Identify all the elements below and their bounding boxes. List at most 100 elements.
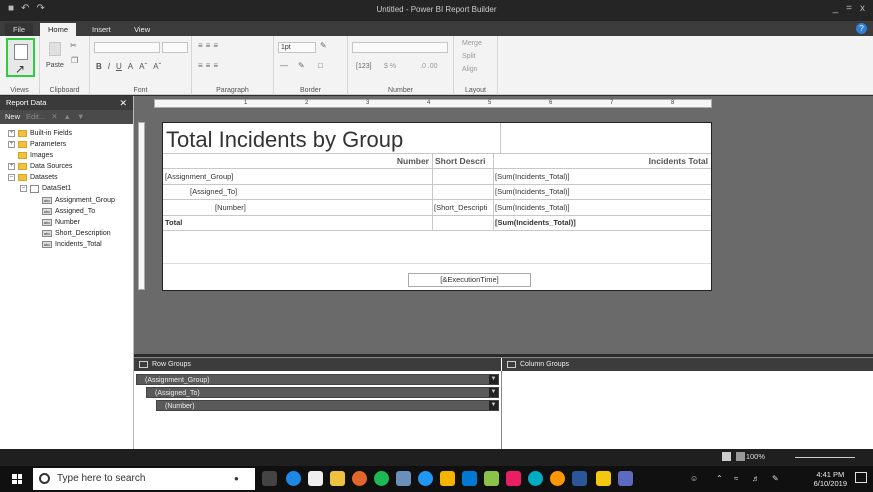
font-family-select[interactable] (94, 42, 160, 53)
minimize-button[interactable]: _ (833, 3, 839, 14)
tree-item-field[interactable]: abc Number (42, 217, 80, 228)
app-icon[interactable] (462, 471, 477, 486)
app-icon[interactable] (506, 471, 521, 486)
windows-start-icon[interactable] (12, 474, 22, 484)
borders-icon[interactable]: □ (318, 61, 323, 70)
app-icon[interactable] (352, 471, 367, 486)
tab-file[interactable]: File (5, 23, 34, 36)
align-buttons-icon[interactable]: ≡≡≡ (198, 41, 221, 50)
tree-item-parameters[interactable]: + Parameters (8, 139, 66, 150)
underline-button[interactable]: U (116, 62, 122, 71)
cell-number[interactable]: [Number] (215, 203, 246, 212)
maximize-button[interactable]: = (846, 3, 852, 14)
file-explorer-icon[interactable] (330, 471, 345, 486)
cell-incidents-total[interactable]: [Sum(Incidents_Total)] (495, 187, 570, 196)
page-view-icon[interactable] (722, 452, 731, 461)
move-up-icon[interactable]: ▲ (64, 110, 71, 124)
expand-icon[interactable]: + (8, 130, 15, 137)
cut-icon[interactable]: ✂ (70, 41, 77, 50)
app-icon[interactable] (484, 471, 499, 486)
help-icon[interactable]: ? (856, 23, 867, 34)
tab-insert[interactable]: Insert (84, 23, 119, 36)
spotify-icon[interactable] (374, 471, 389, 486)
zoom-slider[interactable] (795, 457, 855, 458)
header-number[interactable]: Number (363, 156, 429, 166)
expand-icon[interactable]: + (8, 163, 15, 170)
decimal-buttons-icon[interactable]: .0 .00 (420, 63, 438, 70)
tree-item-datasets[interactable]: – Datasets (8, 172, 58, 183)
collapse-icon[interactable]: – (8, 174, 15, 181)
layout-view-icon[interactable] (736, 452, 745, 461)
collapse-icon[interactable]: – (20, 185, 27, 192)
bold-button[interactable]: B (96, 62, 102, 71)
placeholder-icon[interactable]: [123] (356, 63, 372, 70)
border-width-select[interactable]: 1pt (278, 42, 316, 53)
edit-button[interactable]: Edit... (26, 110, 45, 124)
firefox-icon[interactable] (550, 471, 565, 486)
cell-incidents-total[interactable]: [Sum(Incidents_Total)] (495, 203, 570, 212)
design-canvas[interactable]: 1 2 3 4 5 6 7 8 Total Incidents by Group… (134, 96, 873, 354)
font-color-button[interactable]: A (128, 62, 133, 71)
row-group-item[interactable]: (Number) ▼ (156, 400, 499, 411)
new-button[interactable]: New (5, 110, 20, 124)
cell-assigned-to[interactable]: [Assigned_To] (190, 187, 237, 196)
expand-icon[interactable]: + (8, 141, 15, 148)
paste-icon[interactable] (49, 42, 61, 56)
notification-icon[interactable] (855, 472, 867, 483)
chevron-up-icon[interactable]: ⌃ (716, 474, 723, 483)
report-body[interactable]: Total Incidents by Group Number Short De… (162, 122, 712, 291)
pen-icon[interactable]: ✎ (298, 61, 305, 70)
row-group-item[interactable]: (Assigned_To) ▼ (146, 387, 499, 398)
app-icon[interactable] (440, 471, 455, 486)
close-button[interactable]: x (860, 3, 865, 14)
chevron-down-icon[interactable]: ▼ (489, 388, 498, 397)
border-style-icon[interactable]: — (280, 61, 288, 70)
wifi-icon[interactable]: ≈ (734, 474, 738, 483)
microphone-icon[interactable]: ● (234, 474, 239, 483)
tree-item-images[interactable]: Images (18, 150, 53, 161)
close-icon[interactable]: ✕ (119, 96, 127, 110)
task-view-icon[interactable] (262, 471, 277, 486)
people-icon[interactable]: ☺ (690, 474, 698, 483)
tab-home[interactable]: Home (40, 23, 77, 36)
tab-view[interactable]: View (126, 23, 158, 36)
views-button[interactable]: ↗ (6, 38, 35, 77)
cell-short-description[interactable]: [Short_Descripti (434, 203, 492, 212)
chevron-down-icon[interactable]: ▼ (489, 375, 498, 384)
cell-grand-total[interactable]: [Sum(Incidents_Total)] (495, 218, 576, 227)
execution-time-textbox[interactable]: [&ExecutionTime] (408, 273, 531, 287)
header-short-description[interactable]: Short Descri (435, 156, 492, 166)
tree-item-dataset1[interactable]: – DataSet1 (20, 183, 71, 194)
header-incidents-total[interactable]: Incidents Total (497, 156, 708, 166)
power-bi-icon[interactable] (596, 471, 611, 486)
delete-icon[interactable]: ✕ (51, 110, 57, 124)
edge-icon[interactable] (286, 471, 301, 486)
shrink-font-button[interactable]: Aˇ (153, 62, 161, 71)
grow-font-button[interactable]: Aˆ (139, 62, 147, 71)
tree-item-field[interactable]: abc Short_Description (42, 228, 111, 239)
app-icon[interactable] (418, 471, 433, 486)
merge-button[interactable]: Merge (462, 40, 482, 47)
cell-total-label[interactable]: Total (165, 218, 182, 227)
tree-item-field[interactable]: abc Assigned_To (42, 206, 95, 217)
mail-icon[interactable] (308, 471, 323, 486)
taskbar-search-box[interactable]: Type here to search (33, 468, 255, 490)
tree-item-field[interactable]: abc Incidents_Total (42, 239, 102, 250)
taskbar-clock[interactable]: 4:41 PM 6/10/2019 (814, 470, 847, 488)
app-icon[interactable] (618, 471, 633, 486)
app-icon[interactable] (396, 471, 411, 486)
volume-icon[interactable]: ♬ (752, 474, 760, 483)
tree-item-field[interactable]: abc Assignment_Group (42, 195, 115, 206)
report-title-textbox[interactable]: Total Incidents by Group (166, 127, 403, 153)
number-format-buttons[interactable]: $ % (384, 63, 396, 70)
align-button[interactable]: Align (462, 66, 478, 73)
pen-icon[interactable]: ✎ (772, 474, 779, 483)
tree-item-built-in-fields[interactable]: + Built-in Fields (8, 128, 72, 139)
italic-button[interactable]: I (108, 62, 110, 71)
row-group-item[interactable]: (Assignment_Group) ▼ (136, 374, 499, 385)
copy-icon[interactable]: ❐ (71, 56, 78, 65)
cell-incidents-total[interactable]: [Sum(Incidents_Total)] (495, 172, 570, 181)
border-color-icon[interactable]: ✎ (320, 41, 327, 50)
app-icon[interactable] (528, 471, 543, 486)
move-down-icon[interactable]: ▼ (77, 110, 84, 124)
